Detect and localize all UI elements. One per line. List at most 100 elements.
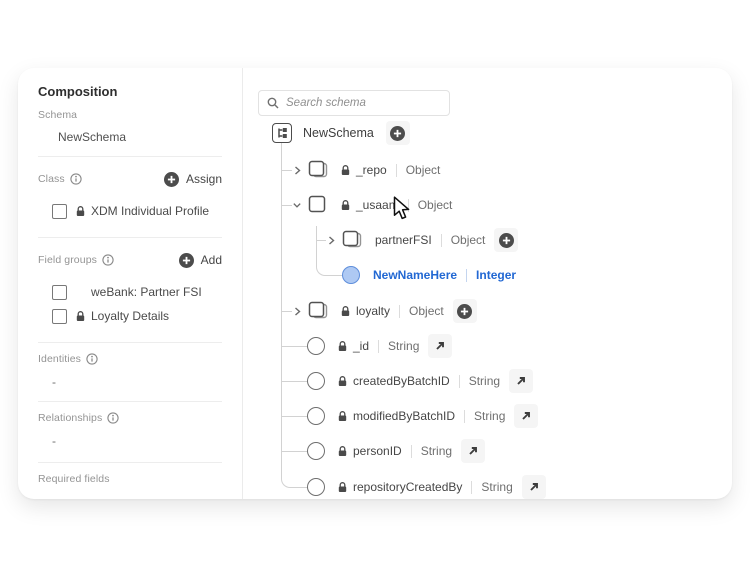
identity-arrow-button[interactable] <box>514 404 538 428</box>
identities-section-header: Identities <box>38 353 222 365</box>
separator <box>378 340 379 353</box>
identity-arrow-button[interactable] <box>461 439 485 463</box>
info-icon[interactable] <box>107 412 119 424</box>
composition-panel: Composition Schema NewSchema Class Assig… <box>18 68 243 499</box>
field-type: Object <box>418 198 453 212</box>
separator <box>408 199 409 212</box>
lock-icon <box>76 206 85 217</box>
lock-icon <box>341 200 350 211</box>
object-stack-icon <box>341 230 363 250</box>
identity-arrow-button[interactable] <box>522 475 546 499</box>
plus-icon <box>457 304 472 319</box>
field-name: partnerFSI <box>375 233 432 247</box>
assign-class-button[interactable]: Assign <box>164 172 222 187</box>
divider <box>38 156 222 157</box>
schema-name: NewSchema <box>58 130 222 144</box>
chevron-right-icon[interactable] <box>292 165 302 176</box>
tree-connector <box>316 240 326 241</box>
tree-connector <box>281 381 307 382</box>
add-field-group-button[interactable]: Add <box>179 253 222 268</box>
field-circle-icon <box>307 442 325 460</box>
northeast-arrow-icon <box>515 375 527 387</box>
tree-row[interactable]: _id String <box>307 334 452 358</box>
tree-row[interactable]: modifiedByBatchID String <box>307 404 538 428</box>
separator <box>464 410 465 423</box>
plus-icon <box>499 233 514 248</box>
identities-value: - <box>52 375 222 389</box>
lock-icon <box>338 376 347 387</box>
lock-icon <box>341 165 350 176</box>
field-circle-icon <box>307 478 325 496</box>
field-name: NewNameHere <box>373 268 457 282</box>
tree-row[interactable]: loyalty Object <box>292 299 477 323</box>
northeast-arrow-icon <box>434 340 446 352</box>
class-item: XDM Individual Profile <box>52 199 222 223</box>
tree-row-selected[interactable]: NewNameHere Integer <box>342 263 516 287</box>
tree-row[interactable]: repositoryCreatedBy String <box>307 475 546 499</box>
tree-row[interactable]: personID String <box>307 439 485 463</box>
lock-icon <box>338 482 347 493</box>
tree-row[interactable]: partnerFSI Object <box>326 228 518 252</box>
plus-icon <box>390 126 405 141</box>
separator <box>441 234 442 247</box>
chevron-right-icon[interactable] <box>326 235 336 246</box>
add-root-field-button[interactable] <box>386 121 410 145</box>
separator <box>411 445 412 458</box>
divider <box>38 401 222 402</box>
field-circle-icon-selected <box>342 266 360 284</box>
plus-icon <box>164 172 179 187</box>
field-circle-icon <box>307 407 325 425</box>
add-field-button[interactable] <box>494 228 518 252</box>
checkbox[interactable] <box>52 309 67 324</box>
field-type: Object <box>451 233 486 247</box>
field-group-label: weBank: Partner FSI <box>91 285 202 299</box>
plus-icon <box>179 253 194 268</box>
tree-row[interactable]: createdByBatchID String <box>307 369 533 393</box>
relationships-section-header: Relationships <box>38 412 222 424</box>
field-circle-icon <box>307 337 325 355</box>
field-type: Object <box>409 304 444 318</box>
divider <box>38 237 222 238</box>
info-icon[interactable] <box>86 353 98 365</box>
tree-connector <box>281 311 292 312</box>
field-type: String <box>421 444 452 458</box>
field-group-item: Loyalty Details <box>52 304 222 328</box>
checkbox[interactable] <box>52 285 67 300</box>
identity-arrow-button[interactable] <box>509 369 533 393</box>
field-type: String <box>481 480 512 494</box>
tree-row[interactable]: _repo Object <box>292 158 440 182</box>
field-name: createdByBatchID <box>353 374 450 388</box>
assign-label: Assign <box>186 172 222 186</box>
lock-icon <box>338 341 347 352</box>
required-fields-label: Required fields <box>38 473 222 485</box>
identities-section-label: Identities <box>38 353 81 365</box>
search-input[interactable] <box>259 91 449 115</box>
checkbox[interactable] <box>52 204 67 219</box>
search-box <box>258 90 450 116</box>
tree-root-row[interactable]: NewSchema <box>272 121 410 145</box>
field-type: String <box>469 374 500 388</box>
field-name: _id <box>353 339 369 353</box>
field-name: loyalty <box>356 304 390 318</box>
separator <box>471 481 472 494</box>
tree-connector <box>281 205 292 206</box>
schema-section-label: Schema <box>38 109 222 121</box>
field-groups-section-label: Field groups <box>38 254 97 266</box>
tree-row[interactable]: _usaam Object <box>292 193 452 217</box>
field-name: personID <box>353 444 402 458</box>
tree-connector <box>281 451 307 452</box>
chevron-right-icon[interactable] <box>292 306 302 317</box>
lock-icon <box>341 306 350 317</box>
field-name: repositoryCreatedBy <box>353 480 462 494</box>
class-section-label: Class <box>38 173 65 185</box>
info-icon[interactable] <box>70 173 82 185</box>
add-field-button[interactable] <box>453 299 477 323</box>
object-stack-icon <box>307 160 329 180</box>
field-group-item: weBank: Partner FSI <box>52 280 222 304</box>
panel-title: Composition <box>38 84 222 99</box>
info-icon[interactable] <box>102 254 114 266</box>
chevron-down-icon[interactable] <box>292 200 302 210</box>
separator <box>466 269 467 282</box>
identity-arrow-button[interactable] <box>428 334 452 358</box>
northeast-arrow-icon <box>520 410 532 422</box>
